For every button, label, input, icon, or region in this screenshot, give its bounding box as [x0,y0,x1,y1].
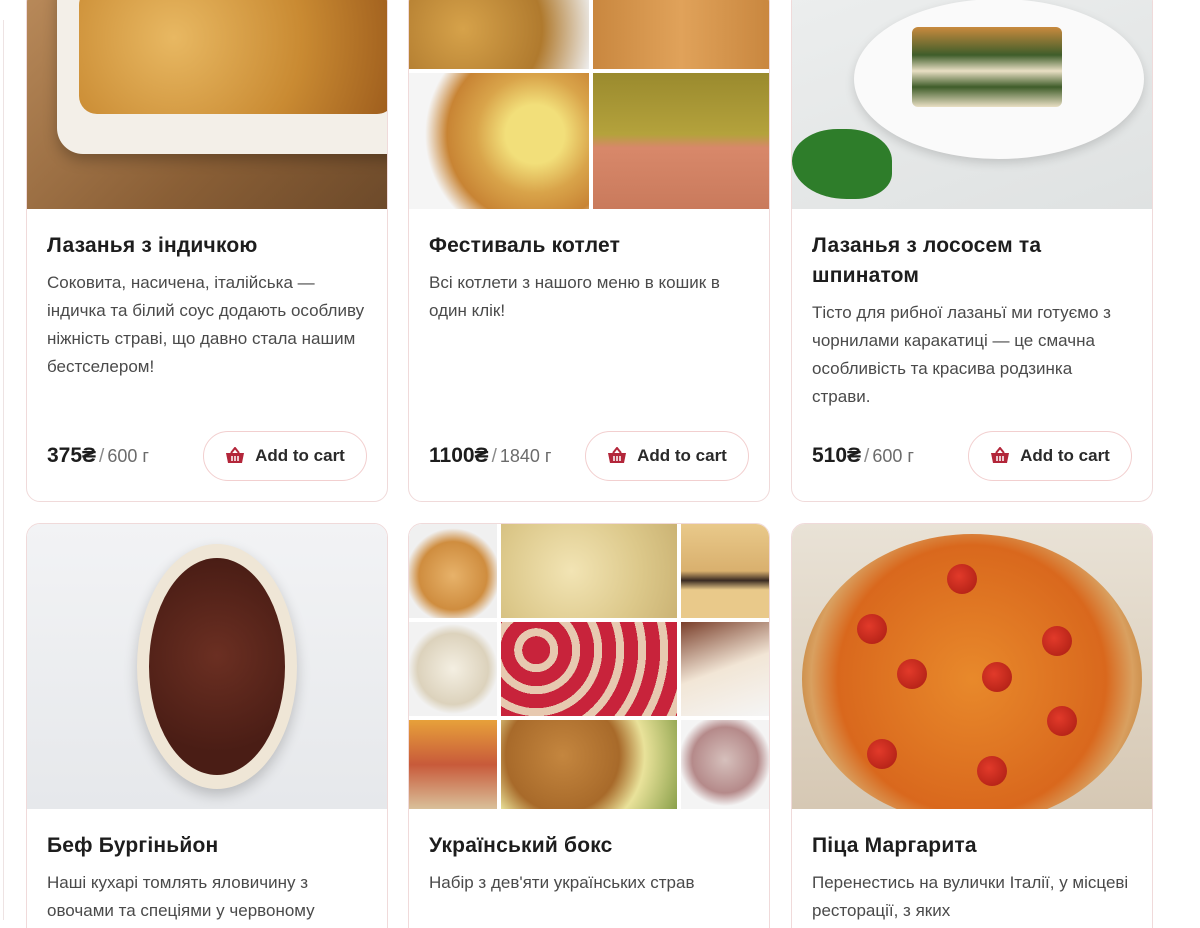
image-tile [593,73,769,209]
image-tile [409,524,497,618]
add-to-cart-label: Add to cart [1020,446,1110,465]
image-tile [501,720,677,809]
product-card[interactable]: Піца Маргарита Перенестись на вулички Іт… [791,523,1153,928]
image-tile [681,524,769,618]
product-price: 1100₴ / 1840 г [429,444,551,468]
image-tile [409,0,589,69]
product-image[interactable] [792,524,1152,809]
product-weight: 600 г [872,446,914,466]
image-tile [409,622,497,716]
product-description: Перенестись на вулички Італії, у місцеві… [812,873,1129,920]
price-separator: / [99,446,105,467]
tomato-topping [857,614,887,644]
lasagna-dish-illustration [57,0,387,154]
tomato-topping [982,662,1012,692]
basket-icon [991,447,1010,463]
product-title[interactable]: Лазанья з лососем та шпинатом [812,231,1132,291]
add-to-cart-button[interactable]: Add to cart [585,431,749,481]
add-to-cart-button[interactable]: Add to cart [968,431,1132,481]
product-card[interactable]: Фестиваль котлет Всі котлети з нашого ме… [408,0,770,502]
stew-dish-illustration [137,544,297,789]
lasagna-slice-illustration [912,27,1062,107]
image-tile [593,0,769,69]
product-card[interactable]: Лазанья з індичкою Соковита, насичена, і… [26,0,388,502]
tomato-topping [867,739,897,769]
add-to-cart-button[interactable]: Add to cart [203,431,367,481]
tomato-topping [897,659,927,689]
image-tile [409,720,497,809]
price-separator: / [864,446,870,467]
tomato-topping [947,564,977,594]
image-tile [681,622,769,716]
product-image[interactable] [792,0,1152,209]
product-card[interactable]: Лазанья з лососем та шпинатом Тісто для … [791,0,1153,502]
image-tile [501,524,677,618]
pizza-illustration [802,534,1142,809]
product-image[interactable] [27,524,387,809]
price-amount: 1100₴ [429,444,489,467]
product-title[interactable]: Піца Маргарита [812,831,1132,861]
product-title[interactable]: Лазанья з індичкою [47,231,367,261]
product-title[interactable]: Фестиваль котлет [429,231,749,261]
basket-icon [226,447,245,463]
product-title[interactable]: Український бокс [429,831,749,861]
product-card[interactable]: Український бокс Набір з дев'яти українс… [408,523,770,928]
add-to-cart-label: Add to cart [255,446,345,465]
product-image[interactable] [409,524,769,809]
price-amount: 375₴ [47,444,97,467]
tomato-topping [1042,626,1072,656]
product-weight: 600 г [107,446,149,466]
product-image[interactable] [409,0,769,209]
product-weight: 1840 г [499,446,552,466]
product-description: Наші кухарі томлять яловичину з овочами … [47,873,315,920]
product-price: 510₴ / 600 г [812,444,914,468]
product-description: Набір з дев'яти українських страв [429,873,695,892]
basket-icon [608,447,627,463]
price-separator: / [491,446,497,467]
tomato-topping [1047,706,1077,736]
add-to-cart-label: Add to cart [637,446,727,465]
product-card[interactable]: Беф Бургіньйон Наші кухарі томлять ялови… [26,523,388,928]
product-description: Соковита, насичена, італійська — індичка… [47,273,365,376]
product-price: 375₴ / 600 г [47,444,149,468]
image-tile [409,73,589,209]
tomato-topping [977,756,1007,786]
left-edge-divider [0,0,6,928]
spinach-leaves-illustration [792,129,892,199]
image-tile [681,720,769,809]
product-description: Тісто для рибної лазаньї ми готуємо з чо… [812,303,1111,406]
product-image[interactable] [27,0,387,209]
image-tile [501,622,677,716]
price-amount: 510₴ [812,444,862,467]
product-title[interactable]: Беф Бургіньйон [47,831,367,861]
product-description: Всі котлети з нашого меню в кошик в один… [429,273,720,320]
